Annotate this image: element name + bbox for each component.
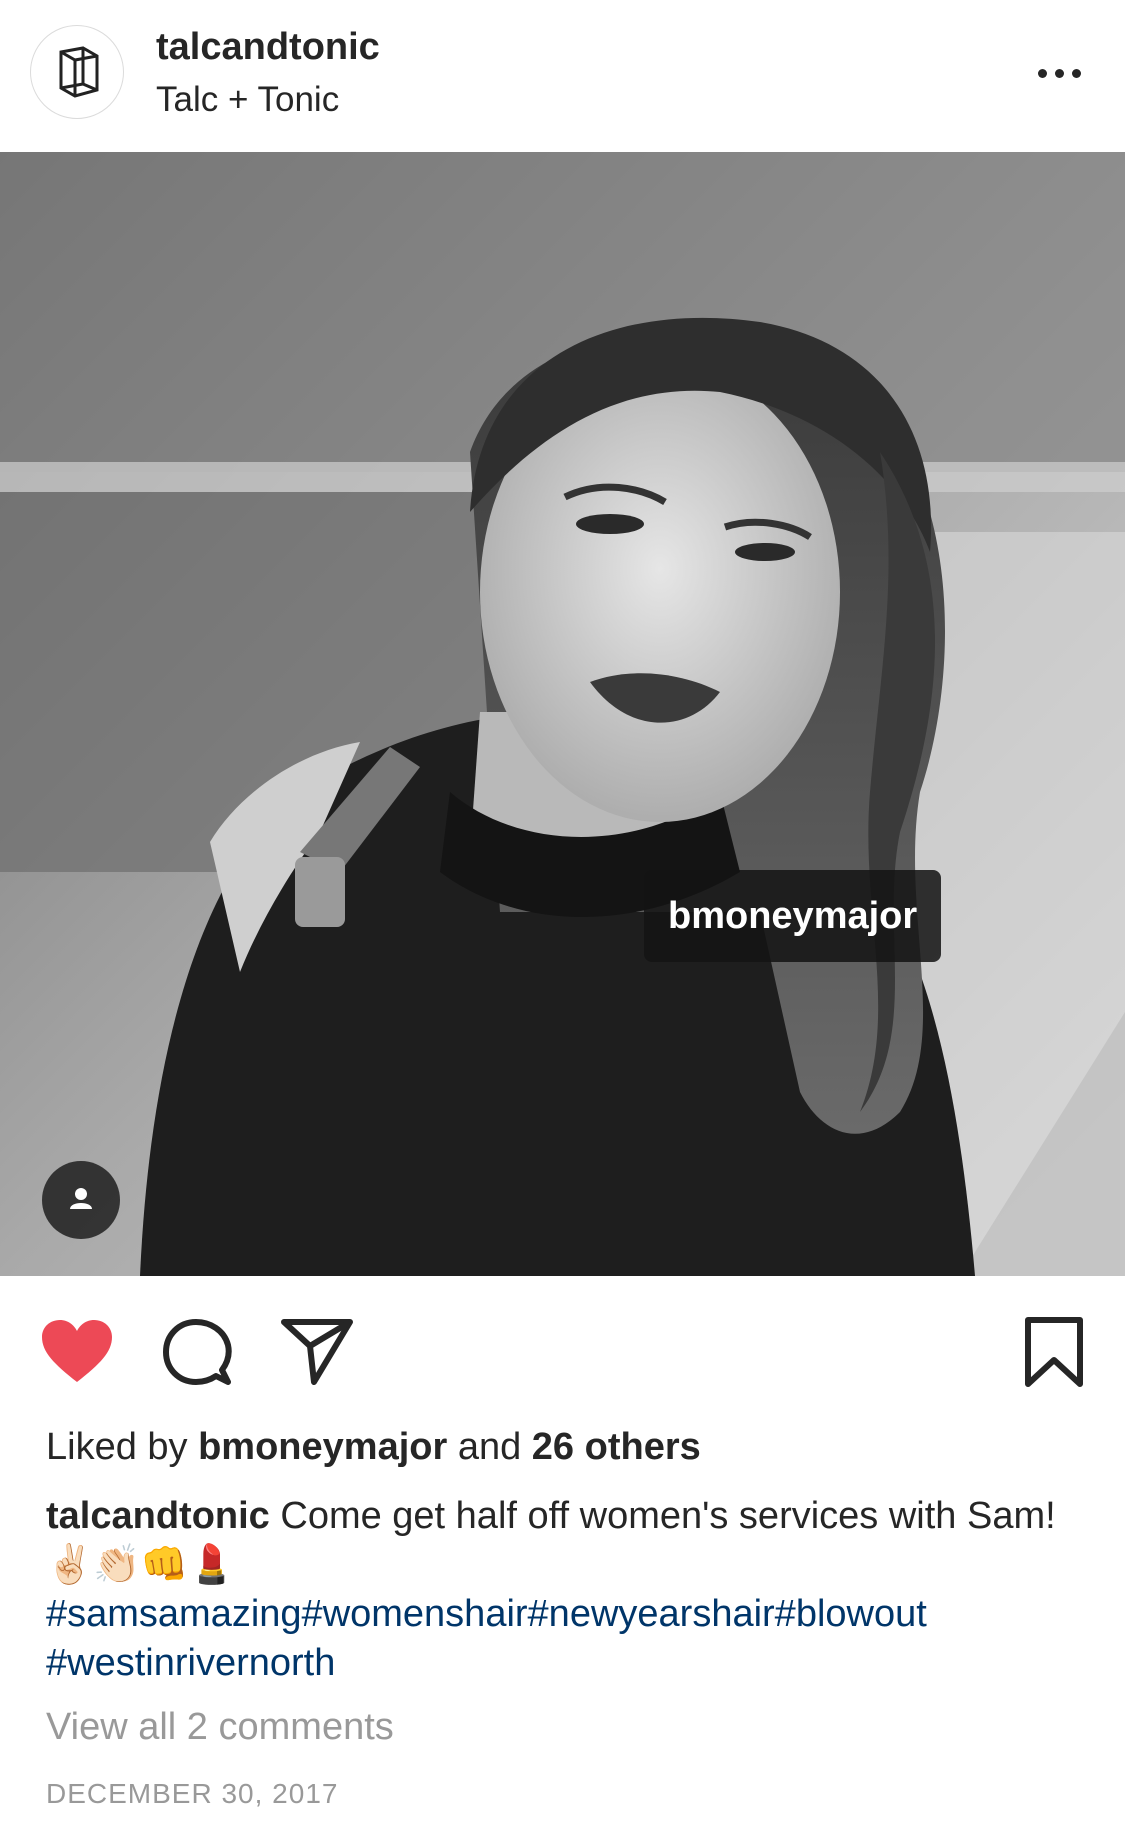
send-icon[interactable]	[280, 1316, 354, 1391]
person-icon[interactable]	[42, 1161, 120, 1239]
post-date: DECEMBER 30, 2017	[46, 1778, 339, 1809]
likes-user[interactable]: bmoneymajor	[198, 1426, 447, 1468]
likes-prefix: Liked by	[46, 1426, 199, 1468]
caption-hashtags[interactable]: #samsamazing#womenshair#newyearshair#blo…	[46, 1593, 927, 1684]
post-caption: talcandtonic Come get half off women's s…	[46, 1492, 1086, 1688]
account-avatar[interactable]	[30, 25, 124, 119]
account-username[interactable]: talcandtonic	[156, 26, 380, 69]
likes-others[interactable]: 26 others	[532, 1426, 701, 1468]
post-header: talcandtonic Talc + Tonic	[0, 0, 1125, 152]
likes-summary[interactable]: Liked by bmoneymajor and 26 others	[46, 1426, 701, 1469]
post-photo[interactable]: bmoneymajor	[0, 152, 1125, 1276]
caption-username[interactable]: talcandtonic	[46, 1495, 270, 1537]
more-options-icon[interactable]	[1030, 50, 1090, 94]
heart-icon[interactable]	[40, 1318, 114, 1389]
bookmark-icon[interactable]	[1024, 1316, 1084, 1393]
account-display-name[interactable]: Talc + Tonic	[156, 80, 339, 120]
likes-middle: and	[447, 1426, 532, 1468]
cube-logo-icon	[59, 46, 99, 98]
comment-icon[interactable]	[162, 1318, 232, 1393]
post-action-bar	[0, 1276, 1125, 1426]
view-all-comments-link[interactable]: View all 2 comments	[46, 1706, 394, 1749]
photo-user-tag[interactable]: bmoneymajor	[644, 870, 942, 962]
portrait-photo	[0, 152, 1125, 1276]
